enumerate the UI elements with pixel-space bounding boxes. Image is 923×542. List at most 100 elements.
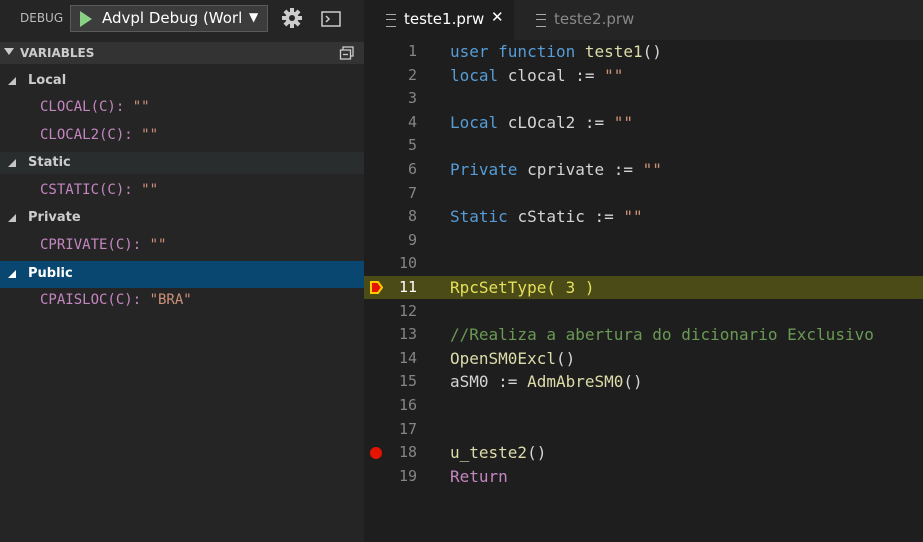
scope-static[interactable]: Static	[0, 152, 364, 174]
code-text: user function teste1()	[450, 42, 662, 61]
code-token: Private	[450, 160, 528, 179]
code-token: AdmAbreSM0	[527, 372, 624, 392]
line-number: 7	[407, 183, 417, 202]
variable-entry: CPRIVATE(C): ""	[40, 237, 166, 253]
line-number: 10	[398, 254, 417, 273]
code-line[interactable]: 14 OpenSM0Excl()	[364, 347, 923, 370]
code-line[interactable]: 2 local clocal := ""	[364, 64, 923, 87]
code-line[interactable]: 1 user function teste1()	[364, 40, 923, 63]
variables-section-header[interactable]: VARIABLES	[0, 42, 364, 64]
launch-config-name: Advpl Debug (Worl	[102, 9, 243, 27]
code-line[interactable]: 15 aSM0 := AdmAbreSM0()	[364, 370, 923, 393]
debug-sidebar: DEBUG Advpl Debug (Worl ▼ VARIABLES Loca…	[0, 0, 364, 542]
launch-config-select[interactable]: Advpl Debug (Worl ▼	[70, 5, 268, 32]
code-line[interactable]: 12	[364, 300, 923, 323]
code-line[interactable]: 8 Static cStatic := ""	[364, 205, 923, 228]
code-text: //Realiza a abertura do dicionario Exclu…	[450, 325, 874, 344]
variable-name: CPAISLOC(C):	[40, 292, 150, 308]
line-number: 17	[398, 419, 417, 438]
code-token: ()	[555, 348, 576, 368]
code-text: Local cLOcal2 := ""	[450, 113, 633, 132]
tab-teste2[interactable]: teste2.prw	[514, 0, 664, 40]
tab-teste1[interactable]: teste1.prw ✕	[364, 0, 514, 40]
tab-label: teste2.prw	[554, 10, 635, 28]
variable-row[interactable]: CPAISLOC(C): "BRA"	[0, 290, 364, 312]
code-line[interactable]: 17	[364, 418, 923, 441]
expanded-arrow-icon	[8, 159, 16, 167]
collapse-all-icon[interactable]	[339, 46, 355, 60]
code-line[interactable]: 7	[364, 182, 923, 205]
line-number: 9	[407, 230, 417, 249]
debug-console-icon[interactable]	[321, 11, 341, 27]
code-line[interactable]: 18 u_teste2()	[364, 441, 923, 464]
scope-label: Local	[28, 73, 67, 88]
code-token: cStatic :=	[517, 207, 624, 227]
code-token: ""	[623, 207, 643, 227]
editor-tab-bar: teste1.prw ✕ teste2.prw	[364, 0, 923, 40]
scope-label: Public	[28, 266, 73, 281]
code-token: aSM0 :=	[450, 372, 528, 392]
line-number: 12	[398, 301, 417, 320]
expanded-arrow-icon	[8, 270, 16, 278]
line-number: 11	[398, 278, 417, 296]
variable-name: CLOCAL(C):	[40, 99, 133, 115]
line-number: 3	[407, 89, 417, 108]
line-number: 4	[407, 112, 417, 131]
code-token: ""	[642, 160, 662, 179]
scope-public[interactable]: Public	[0, 261, 364, 288]
line-number: 1	[407, 42, 417, 60]
code-token: cprivate :=	[527, 160, 643, 179]
variable-row[interactable]: CLOCAL2(C): ""	[0, 125, 364, 147]
code-text: RpcSetType( 3 )	[450, 278, 595, 297]
code-line[interactable]: 10	[364, 252, 923, 275]
start-debugging-icon[interactable]	[80, 11, 92, 27]
code-token: ()	[623, 372, 643, 392]
code-token: clocal :=	[507, 65, 605, 85]
code-line[interactable]: 19 Return	[364, 465, 923, 488]
code-token: cLOcal2 :=	[507, 112, 614, 132]
stopped-breakpoint-icon[interactable]	[370, 281, 383, 294]
code-token: RpcSetType( 3 )	[450, 278, 595, 297]
line-number: 6	[407, 160, 417, 178]
variable-name: CPRIVATE(C):	[40, 237, 150, 253]
breakpoint-icon[interactable]	[370, 447, 382, 460]
debug-toolbar: DEBUG Advpl Debug (Worl ▼	[0, 0, 364, 40]
variable-entry: CLOCAL2(C): ""	[40, 127, 158, 143]
scope-private[interactable]: Private	[0, 207, 364, 229]
debug-label: DEBUG	[20, 11, 64, 25]
code-editor[interactable]: 1 user function teste1() 2 local clocal := …	[364, 40, 923, 542]
code-text: u_teste2()	[450, 443, 546, 462]
variable-value: "BRA"	[149, 292, 192, 308]
variable-row[interactable]: CLOCAL(C): ""	[0, 97, 364, 119]
code-token: local	[450, 65, 508, 85]
scope-local[interactable]: Local	[0, 70, 364, 92]
gear-icon[interactable]	[280, 6, 304, 30]
code-line[interactable]: 11 RpcSetType( 3 )	[364, 276, 923, 299]
code-line[interactable]: 4 Local cLOcal2 := ""	[364, 111, 923, 134]
variable-value: ""	[141, 182, 159, 198]
code-line[interactable]: 16	[364, 394, 923, 417]
close-icon[interactable]: ✕	[491, 8, 504, 26]
code-line[interactable]: 6 Private cprivate := ""	[364, 158, 923, 181]
chevron-down-icon	[4, 48, 14, 55]
variable-entry: CPAISLOC(C): "BRA"	[40, 292, 192, 308]
variable-value: ""	[141, 127, 159, 143]
code-line[interactable]: 5	[364, 134, 923, 157]
variable-value: ""	[149, 237, 167, 253]
tab-label: teste1.prw	[404, 10, 485, 28]
line-number: 2	[407, 65, 417, 84]
variable-name: CLOCAL2(C):	[40, 127, 142, 143]
line-number: 14	[398, 348, 417, 367]
chevron-down-icon: ▼	[249, 10, 259, 24]
code-token: //Realiza a abertura do dicionario Exclu…	[450, 325, 874, 345]
code-line[interactable]: 9	[364, 229, 923, 252]
variable-row[interactable]: CPRIVATE(C): ""	[0, 235, 364, 257]
variable-row[interactable]: CSTATIC(C): ""	[0, 180, 364, 202]
expanded-arrow-icon	[8, 214, 16, 222]
code-token: teste1	[584, 42, 643, 61]
code-text: Return	[450, 467, 508, 486]
code-line[interactable]: 13 //Realiza a abertura do dicionario Exc…	[364, 323, 923, 346]
code-line[interactable]: 3	[364, 87, 923, 110]
code-token: OpenSM0Excl	[450, 348, 556, 368]
line-number: 19	[398, 466, 417, 485]
